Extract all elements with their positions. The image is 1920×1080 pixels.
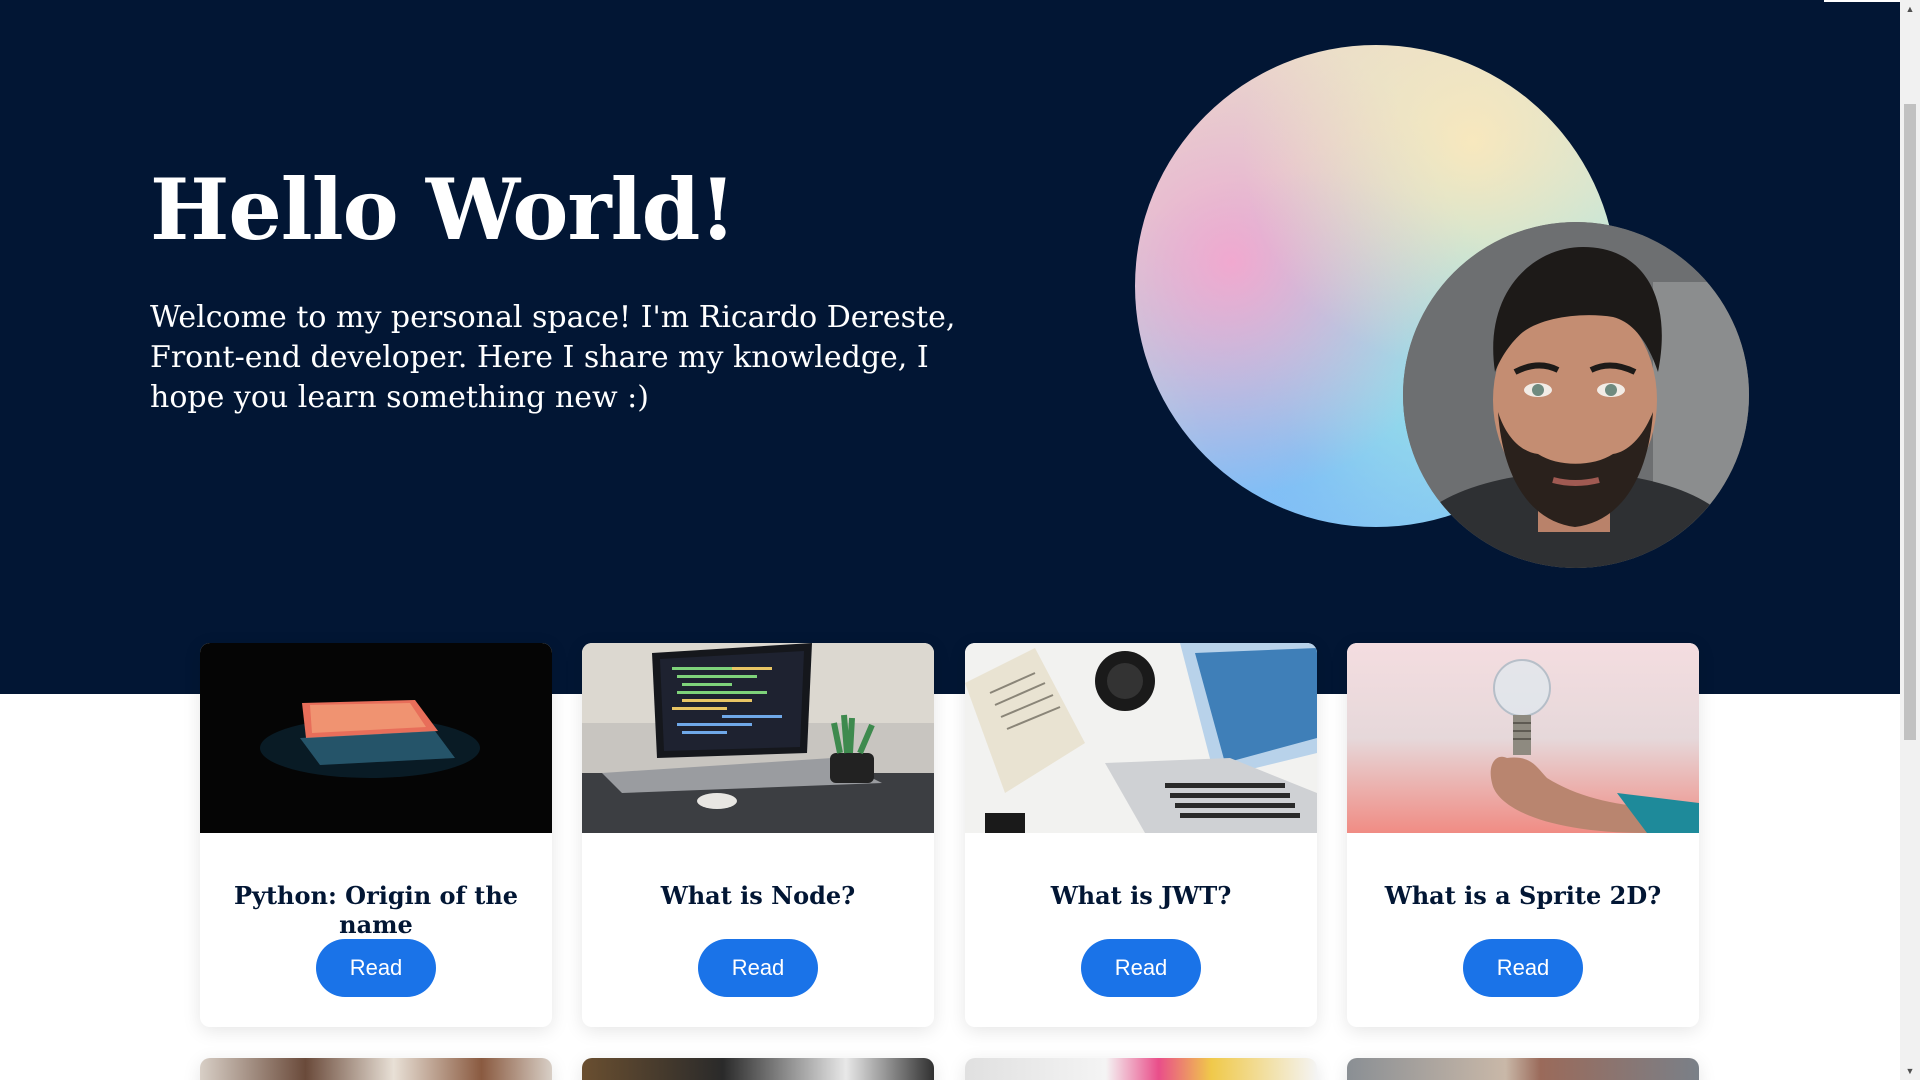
portrait-image [1403,222,1749,568]
post-card: What is a Sprite 2D? Read [1347,643,1699,1027]
read-button[interactable]: Read [698,939,818,997]
post-image-laptop-dark [200,643,552,833]
post-image-desk-laptop [965,643,1317,833]
read-button[interactable]: Read [1463,939,1583,997]
hero-intro-text: Welcome to my personal space! I'm Ricard… [150,300,956,415]
vertical-scrollbar[interactable]: ▲ ▼ [1900,0,1920,1080]
top-edge-line [1824,0,1900,2]
avatar [1403,222,1749,568]
post-image-lightbulb [1347,643,1699,833]
scrollbar-thumb[interactable] [1904,104,1916,740]
post-title: What is JWT? [1050,881,1232,910]
post-title: What is Node? [660,881,856,910]
post-title: Python: Origin of the name [233,881,519,939]
scroll-down-arrow-icon[interactable]: ▼ [1900,1062,1920,1080]
post-title: What is a Sprite 2D? [1384,881,1662,910]
post-card: What is JWT? Read [965,643,1317,1027]
post-card-partial [1347,1058,1699,1080]
read-button[interactable]: Read [316,939,436,997]
post-card-partial [200,1058,552,1080]
hero-section: Hello World! Welcome to my personal spac… [0,0,1900,694]
post-image-laptop-code [582,643,934,833]
post-card: Python: Origin of the name Read [200,643,552,1027]
post-card-partial [582,1058,934,1080]
scroll-up-arrow-icon[interactable]: ▲ [1900,0,1920,18]
hero-title: Hello World! [150,160,736,259]
post-card-partial [965,1058,1317,1080]
read-button[interactable]: Read [1081,939,1201,997]
post-card: What is Node? Read [582,643,934,1027]
